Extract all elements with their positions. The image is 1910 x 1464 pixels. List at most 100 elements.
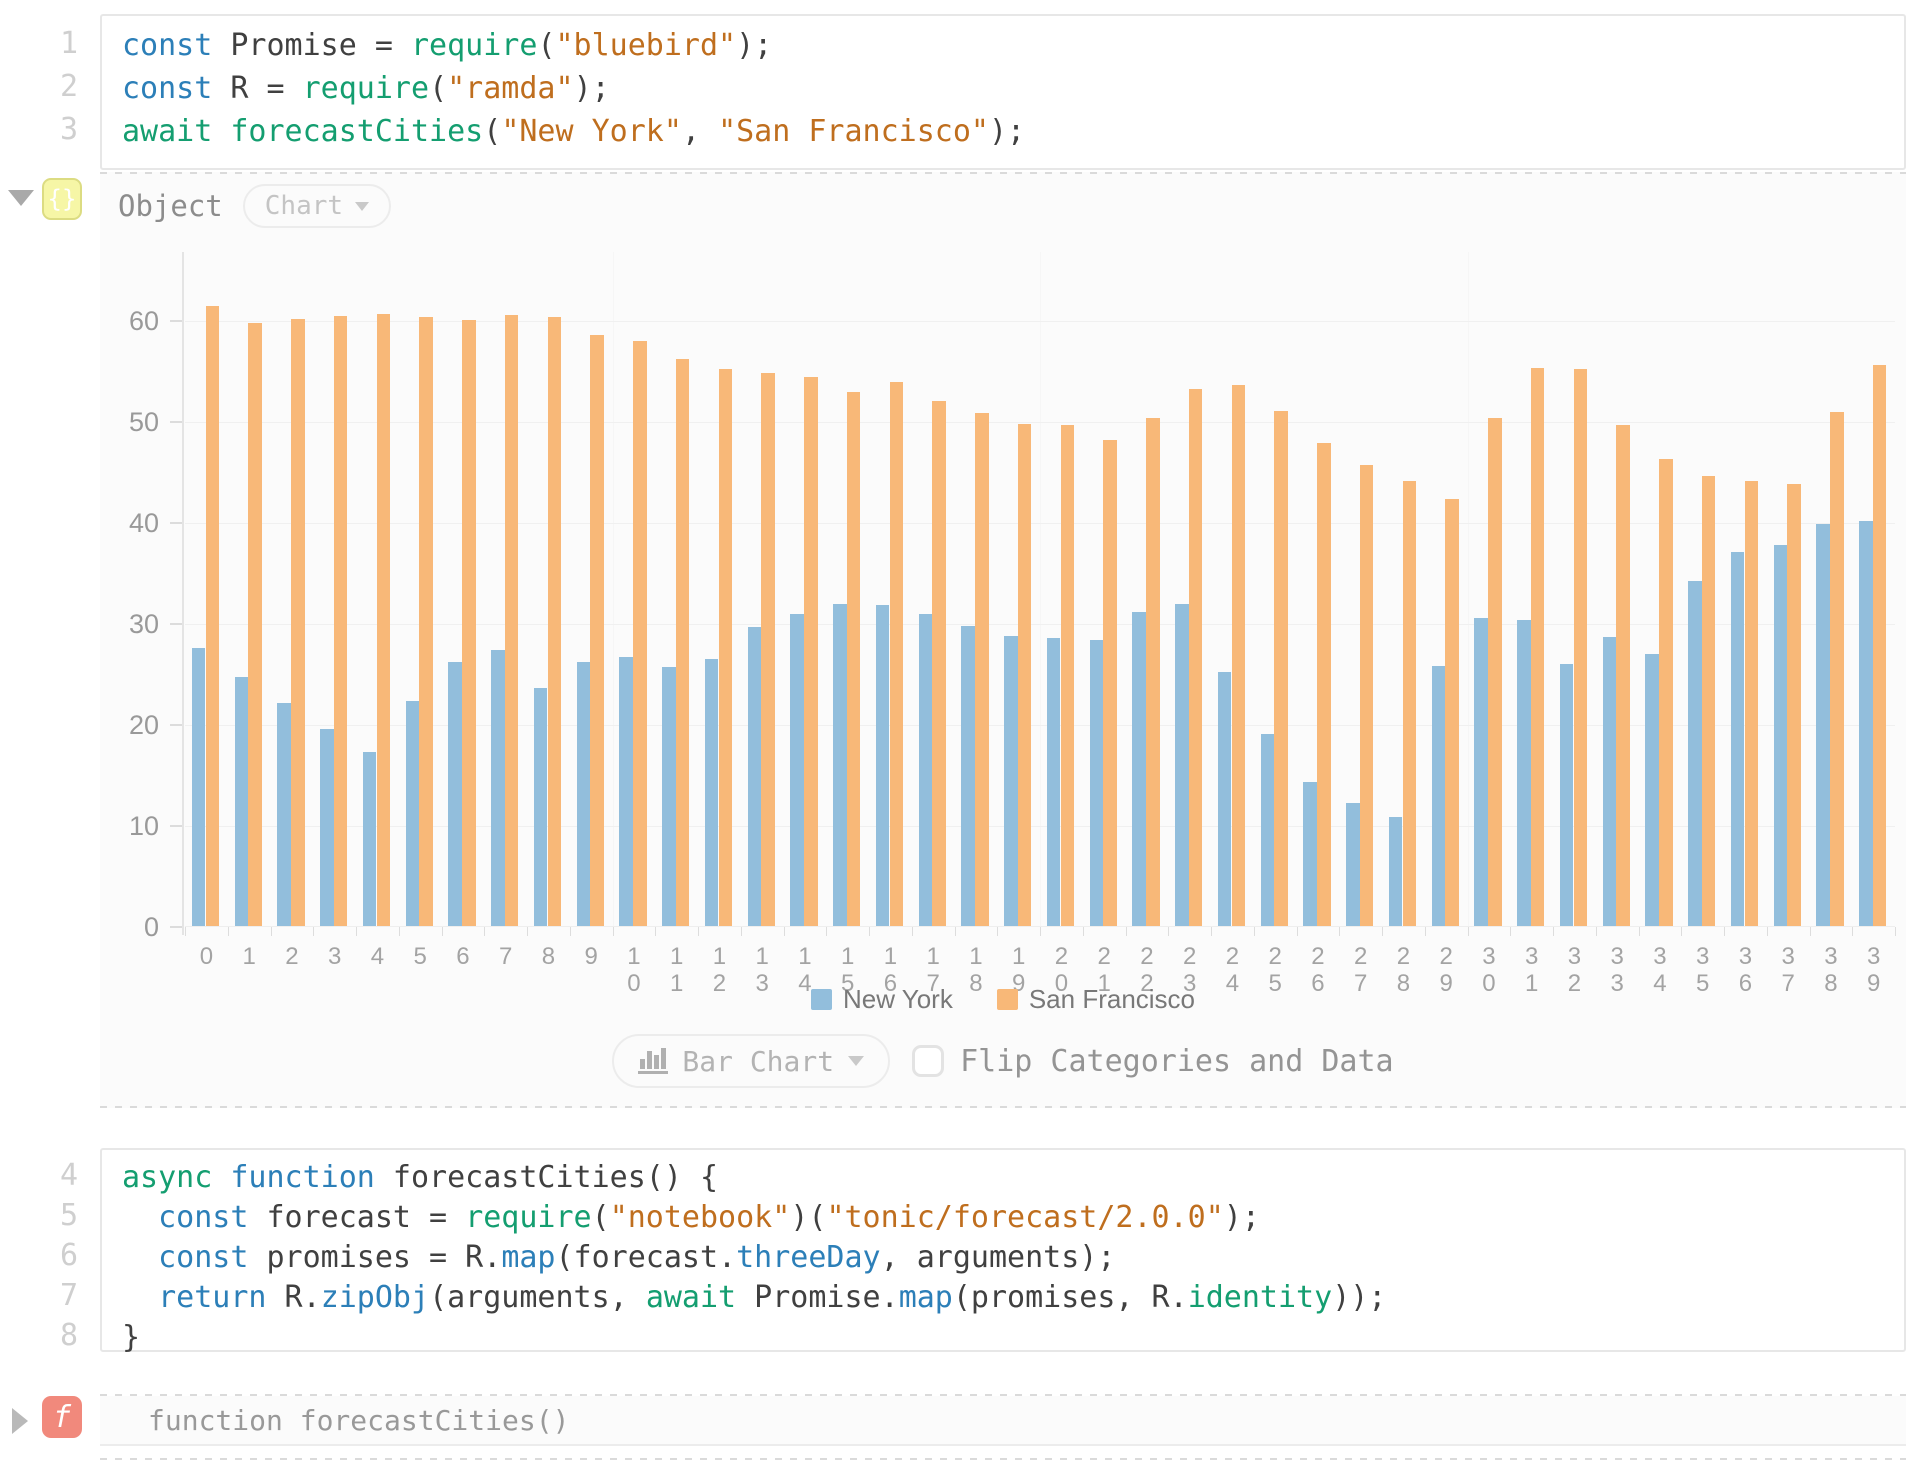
chart-legend: New York San Francisco: [100, 984, 1906, 1015]
bar-new-york: [277, 703, 291, 926]
bar-san-francisco: [334, 316, 348, 926]
x-axis-tick: [399, 927, 400, 936]
code-line[interactable]: const promises = R.map(forecast.threeDay…: [122, 1238, 1904, 1278]
bar-new-york: [320, 729, 334, 926]
line-number-gutter: 45678: [0, 1148, 84, 1356]
x-axis-label: 4: [356, 943, 399, 970]
bar-san-francisco: [206, 306, 220, 926]
x-axis-label: 5: [399, 943, 442, 970]
bar-san-francisco: [248, 323, 262, 926]
bar-new-york: [1261, 734, 1275, 926]
x-axis-tick: [1810, 927, 1811, 936]
bar-san-francisco: [761, 373, 775, 926]
expand-output-triangle-icon[interactable]: [12, 1408, 28, 1434]
bar-san-francisco: [719, 369, 733, 926]
render-mode-dropdown-label: Chart: [265, 191, 343, 221]
bar-san-francisco: [1659, 459, 1673, 926]
chart-type-dropdown[interactable]: Bar Chart: [612, 1034, 890, 1088]
code-cell-1: 123 const Promise = require("bluebird");…: [0, 14, 1910, 170]
object-braces-badge-icon[interactable]: {}: [42, 178, 82, 220]
x-axis-tick: [313, 927, 314, 936]
x-axis-tick: [1083, 927, 1084, 936]
code-line[interactable]: const Promise = require("bluebird");: [122, 24, 1904, 67]
bar-san-francisco: [1445, 499, 1459, 926]
y-axis-tick: [170, 724, 182, 726]
bar-new-york: [705, 659, 719, 926]
line-number: 1: [0, 22, 84, 65]
x-axis-tick: [185, 927, 186, 936]
function-summary-label: function forecastCities(): [100, 1404, 569, 1437]
bar-san-francisco: [1745, 481, 1759, 926]
chart-controls: Bar Chart Flip Categories and Data: [100, 1034, 1906, 1088]
y-axis-label: 40: [129, 508, 159, 539]
code-line[interactable]: return R.zipObj(arguments, await Promise…: [122, 1278, 1904, 1318]
runkit-notebook: 123 const Promise = require("bluebird");…: [0, 0, 1910, 1464]
object-output-panel: Object Chart 010203040506001234567891011…: [100, 172, 1906, 1108]
legend-label: New York: [843, 984, 953, 1015]
chevron-down-icon: [848, 1056, 864, 1066]
panel-bottom-dashed-border: [100, 1458, 1906, 1460]
x-axis-tick: [1425, 927, 1426, 936]
x-axis-label: 1: [228, 943, 271, 970]
horizontal-gridline: [185, 826, 1895, 827]
bar-san-francisco: [590, 335, 604, 926]
legend-label: San Francisco: [1029, 984, 1195, 1015]
x-axis-tick: [1382, 927, 1383, 936]
bar-new-york: [961, 626, 975, 926]
line-number: 4: [0, 1156, 84, 1196]
horizontal-gridline: [185, 725, 1895, 726]
bar-san-francisco: [932, 401, 946, 926]
bar-new-york: [662, 667, 676, 926]
horizontal-gridline: [185, 422, 1895, 423]
code-line[interactable]: const R = require("ramda");: [122, 67, 1904, 110]
bar-new-york: [1517, 620, 1531, 926]
flip-categories-checkbox[interactable]: [912, 1045, 944, 1077]
bar-san-francisco: [1317, 443, 1331, 926]
x-axis-tick: [442, 927, 443, 936]
y-axis-line: [182, 252, 184, 935]
bar-san-francisco: [1189, 389, 1203, 926]
chart-type-dropdown-label: Bar Chart: [682, 1045, 834, 1078]
code-line[interactable]: async function forecastCities() {: [122, 1158, 1904, 1198]
code-editor-2[interactable]: async function forecastCities() { const …: [100, 1148, 1906, 1352]
x-axis-tick: [955, 927, 956, 936]
code-line[interactable]: const forecast = require("notebook")("to…: [122, 1198, 1904, 1238]
x-axis-tick: [1339, 927, 1340, 936]
bar-san-francisco: [890, 382, 904, 926]
output-cell-object: {} Object Chart 010203040506001234567891…: [0, 172, 1910, 1108]
bar-new-york: [491, 650, 505, 926]
y-axis-tick: [170, 825, 182, 827]
bar-chart-icon: [638, 1047, 668, 1075]
bar-new-york: [1816, 524, 1830, 926]
x-axis-tick: [1681, 927, 1682, 936]
render-mode-dropdown[interactable]: Chart: [243, 184, 391, 228]
x-axis-tick: [1724, 927, 1725, 936]
x-axis-tick: [1639, 927, 1640, 936]
bar-new-york: [1560, 664, 1574, 926]
bar-san-francisco: [1360, 465, 1374, 926]
function-summary-row[interactable]: function forecastCities(): [100, 1396, 1906, 1446]
bar-new-york: [1645, 654, 1659, 926]
collapse-output-triangle-icon[interactable]: [8, 190, 34, 206]
x-axis-tick: [1297, 927, 1298, 936]
output-type-label: Object: [118, 189, 223, 223]
y-axis-label: 0: [144, 912, 159, 943]
x-axis-tick: [1553, 927, 1554, 936]
bar-san-francisco: [1873, 365, 1887, 926]
code-line[interactable]: }: [122, 1318, 1904, 1358]
bar-new-york: [1859, 521, 1873, 926]
code-line[interactable]: await forecastCities("New York", "San Fr…: [122, 110, 1904, 153]
braces-glyph: {}: [48, 185, 77, 213]
bar-new-york: [1303, 782, 1317, 926]
x-axis-tick: [570, 927, 571, 936]
bar-san-francisco: [377, 314, 391, 926]
y-axis-label: 20: [129, 710, 159, 741]
code-editor-1[interactable]: const Promise = require("bluebird");cons…: [100, 14, 1906, 170]
y-axis-label: 50: [129, 407, 159, 438]
bar-san-francisco: [419, 317, 433, 926]
bar-san-francisco: [1146, 418, 1160, 926]
function-badge-icon[interactable]: f: [42, 1396, 82, 1438]
bar-new-york: [448, 662, 462, 926]
x-axis-tick: [1852, 927, 1853, 936]
bar-san-francisco: [847, 392, 861, 926]
